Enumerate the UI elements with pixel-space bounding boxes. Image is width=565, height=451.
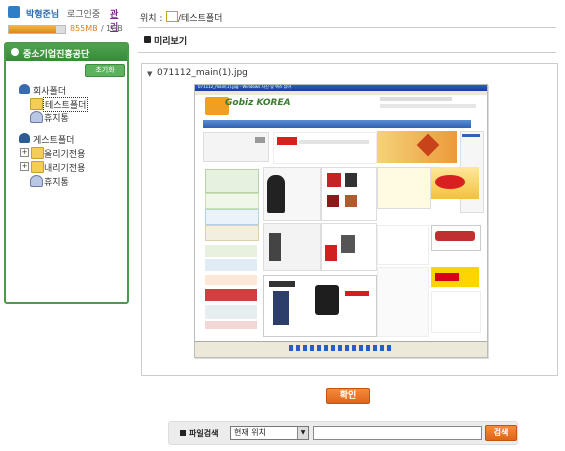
quota-bar [8, 25, 66, 34]
image-person [267, 175, 285, 213]
collapse-arrow-icon[interactable]: ▼ [147, 70, 152, 78]
folder-icon [31, 147, 44, 159]
location-label: 위치 : [140, 14, 163, 24]
search-button[interactable]: 검색 [485, 425, 517, 441]
divider [138, 52, 556, 53]
confirm-button[interactable]: 확인 [326, 388, 370, 404]
tree-label-trash-1: 휴지통 [44, 114, 69, 124]
user-icon [8, 6, 20, 18]
org-bullet-icon [11, 48, 19, 56]
quota-used: 855MB [70, 24, 98, 33]
tree-label-guest-folder: 게스트폴더 [33, 136, 75, 146]
user-name: 박형준님 [26, 10, 60, 20]
user-box: 박형준님 로그인중 관리 855MB / 1GB [6, 4, 126, 34]
search-scope-select[interactable]: 현재 위치 ▼ [230, 426, 309, 440]
trash-icon [30, 175, 43, 187]
image-window-title: 071112_main(1).jpg - Windows 사진 및 팩스 뷰어 [198, 84, 292, 89]
quota-separator: / [101, 24, 104, 33]
quota-total: 1GB [106, 24, 123, 33]
init-button[interactable]: 초기화 [85, 64, 125, 77]
search-scope-value: 현재 위치 [234, 428, 266, 437]
divider [138, 27, 556, 28]
expand-plus-icon[interactable]: + [20, 148, 29, 157]
folder-icon [31, 161, 44, 173]
search-input[interactable] [313, 426, 482, 440]
location-path: /테스트폴더 [178, 14, 223, 24]
tree-label-test-folder: 테스트폴더 [43, 97, 89, 112]
search-label: 파일검색 [189, 429, 219, 438]
tree-label-upload-folder: 올리기전용 [44, 150, 86, 160]
section-bullet-icon [144, 36, 151, 43]
tree-label-download-folder: 내리기전용 [44, 164, 86, 174]
image-jacket [315, 285, 339, 315]
tree-label-company-folder: 회사폴더 [33, 87, 67, 97]
tree-label-trash-2: 휴지통 [44, 178, 69, 188]
image-logo: Gobiz KOREA [225, 98, 291, 108]
preview-title: 미리보기 [154, 37, 188, 47]
login-status: 로그인중 [67, 10, 101, 20]
folder-icon [166, 11, 178, 22]
guest-folder-icon [19, 133, 30, 143]
section-bullet-icon [180, 430, 186, 436]
preview-file-name: 071112_main(1).jpg [157, 68, 248, 78]
folder-open-icon [30, 98, 43, 110]
expand-plus-icon[interactable]: + [20, 162, 29, 171]
trash-icon [30, 111, 43, 123]
quota-fill [9, 26, 56, 33]
image-jeans [273, 291, 289, 325]
sidebar-header: 중소기업진흥공단 [6, 44, 127, 61]
chevron-down-icon[interactable]: ▼ [297, 427, 308, 439]
folder-sidebar: 중소기업진흥공단 초기화 회사폴더 테스트폴더 휴지통 게스트폴더 + 올리기전… [4, 42, 129, 304]
org-name: 중소기업진흥공단 [23, 50, 90, 60]
image-nav [203, 120, 471, 128]
preview-image: 071112_main(1).jpg - Windows 사진 및 팩스 뷰어 … [194, 84, 488, 358]
company-folder-icon [19, 84, 30, 94]
